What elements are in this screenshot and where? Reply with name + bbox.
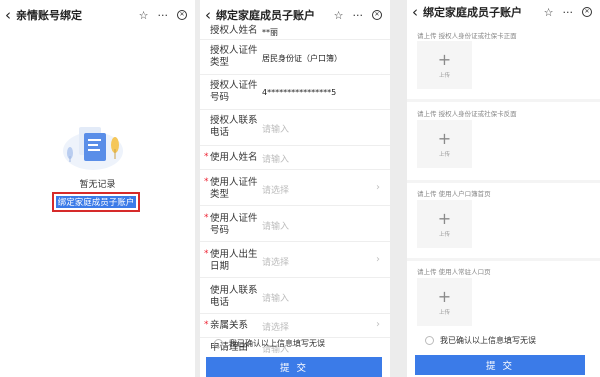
page-title: 绑定家庭成员子账户	[423, 6, 522, 19]
back-icon[interactable]: ‹	[407, 0, 423, 24]
upload-id-back-box[interactable]: + 上传	[417, 120, 472, 168]
more-icon[interactable]: ···	[353, 9, 364, 22]
field-label: 使用人出生日期	[210, 249, 258, 272]
confirm-checkbox-row[interactable]: 我已确认以上信息填写无误	[425, 335, 536, 346]
user-name-input[interactable]: 请输入	[262, 152, 289, 165]
field-label: 亲属关系	[210, 320, 249, 331]
upload-id-front-box[interactable]: + 上传	[417, 41, 472, 89]
upload-text: 上传	[438, 151, 450, 158]
field-label: 使用人联系电话	[210, 285, 258, 308]
plus-icon: +	[437, 286, 452, 306]
close-icon[interactable]: ✕	[177, 10, 187, 20]
form-row-user-name[interactable]: * 使用人姓名 请输入	[200, 146, 390, 170]
relationship-select[interactable]: 请选择	[262, 320, 289, 333]
star-icon[interactable]: ☆	[334, 9, 344, 22]
upload-label: 请上传 授权人身份证或社保卡反面	[417, 110, 517, 118]
submit-button[interactable]: 提 交	[206, 357, 382, 377]
more-icon[interactable]: ···	[563, 6, 574, 19]
back-icon[interactable]: ‹	[0, 0, 16, 30]
screen-bind-form: ‹ 绑定家庭成员子账户 ☆ ··· ✕ 授权人姓名 **丽 授权人证件类型 居民…	[200, 0, 390, 377]
screen-upload-documents: ‹ 绑定家庭成员子账户 ☆ ··· ✕ 请上传 授权人身份证或社保卡正面 + 上…	[407, 0, 600, 377]
screen-family-account-list: ‹ 亲情账号绑定 ☆ ··· ✕ 暂无记录 绑定家庭成员子账户	[0, 0, 195, 377]
form-row-grantor-id-number: 授权人证件号码 4****************5	[200, 75, 390, 110]
plus-icon: +	[437, 49, 452, 69]
field-label: 使用人证件类型	[210, 177, 258, 200]
field-label: 授权人证件号码	[210, 80, 258, 103]
form-row-user-phone[interactable]: 使用人联系电话 请输入	[200, 278, 390, 314]
page-title: 绑定家庭成员子账户	[216, 9, 315, 22]
field-label: 使用人姓名	[210, 152, 258, 163]
star-icon[interactable]: ☆	[139, 9, 149, 22]
top-bar: ‹ 亲情账号绑定 ☆ ··· ✕	[0, 0, 195, 30]
section-divider	[407, 258, 600, 261]
submit-button[interactable]: 提 交	[415, 355, 585, 375]
upload-label: 请上传 使用人常驻人口页	[417, 268, 491, 276]
field-label: 授权人联系电话	[210, 115, 258, 138]
grantor-phone-input[interactable]: 请输入	[262, 122, 289, 135]
user-phone-input[interactable]: 请输入	[262, 291, 289, 304]
form-row-grantor-name: 授权人姓名 **丽	[200, 24, 390, 40]
empty-state-text: 暂无记录	[79, 180, 116, 190]
confirm-text: 我已确认以上信息填写无误	[440, 336, 536, 345]
upload-resident-page-box[interactable]: + 上传	[417, 278, 472, 326]
form-row-user-birth-date[interactable]: * 使用人出生日期 请选择 ›	[200, 242, 390, 278]
required-mark: *	[204, 320, 209, 330]
upload-label: 请上传 授权人身份证或社保卡正面	[417, 32, 517, 40]
required-mark: *	[204, 177, 209, 187]
user-id-type-select[interactable]: 请选择	[262, 183, 289, 196]
bind-family-account-button[interactable]: 绑定家庭成员子账户	[56, 196, 136, 208]
bind-form: 授权人姓名 **丽 授权人证件类型 居民身份证（户口簿） 授权人证件号码 4**…	[200, 24, 390, 356]
top-bar: ‹ 绑定家庭成员子账户 ☆ ··· ✕	[407, 0, 600, 24]
field-label: 使用人证件号码	[210, 213, 258, 236]
close-icon[interactable]: ✕	[582, 7, 592, 17]
more-icon[interactable]: ···	[158, 9, 169, 22]
confirm-checkbox-row[interactable]: 我已确认以上信息填写无误	[214, 338, 325, 349]
form-row-user-id-type[interactable]: * 使用人证件类型 请选择 ›	[200, 170, 390, 206]
field-value: **丽	[262, 28, 278, 37]
upload-household-first-page-box[interactable]: + 上传	[417, 200, 472, 248]
plus-icon: +	[437, 208, 452, 228]
form-row-grantor-id-type: 授权人证件类型 居民身份证（户口簿）	[200, 40, 390, 75]
section-divider	[407, 180, 600, 183]
page-title: 亲情账号绑定	[16, 9, 82, 22]
required-mark: *	[204, 213, 209, 223]
confirm-text: 我已确认以上信息填写无误	[229, 339, 325, 348]
user-birth-date-select[interactable]: 请选择	[262, 255, 289, 268]
required-mark: *	[204, 152, 209, 162]
field-label: 授权人姓名	[210, 25, 258, 36]
star-icon[interactable]: ☆	[544, 6, 554, 19]
confirm-radio[interactable]	[425, 336, 434, 345]
form-row-grantor-phone[interactable]: 授权人联系电话 请输入	[200, 110, 390, 146]
upload-text: 上传	[438, 309, 450, 316]
plus-icon: +	[437, 128, 452, 148]
empty-document-icon	[63, 127, 123, 170]
field-value: 4****************5	[262, 88, 337, 97]
chevron-right-icon: ›	[376, 254, 380, 265]
confirm-radio[interactable]	[214, 339, 223, 348]
chevron-right-icon: ›	[376, 319, 380, 330]
upload-text: 上传	[438, 72, 450, 79]
form-row-user-id-number[interactable]: * 使用人证件号码 请输入	[200, 206, 390, 242]
chevron-right-icon: ›	[376, 182, 380, 193]
upload-text: 上传	[438, 231, 450, 238]
user-id-number-input[interactable]: 请输入	[262, 219, 289, 232]
screen-divider	[390, 0, 407, 377]
section-divider	[407, 99, 600, 102]
field-label: 授权人证件类型	[210, 45, 258, 68]
highlight-box: 绑定家庭成员子账户	[52, 192, 140, 212]
close-icon[interactable]: ✕	[372, 10, 382, 20]
form-row-relationship[interactable]: * 亲属关系 请选择 ›	[200, 314, 390, 338]
upload-label: 请上传 使用人户口簿首页	[417, 190, 491, 198]
field-value: 居民身份证（户口簿）	[262, 54, 342, 63]
required-mark: *	[204, 249, 209, 259]
